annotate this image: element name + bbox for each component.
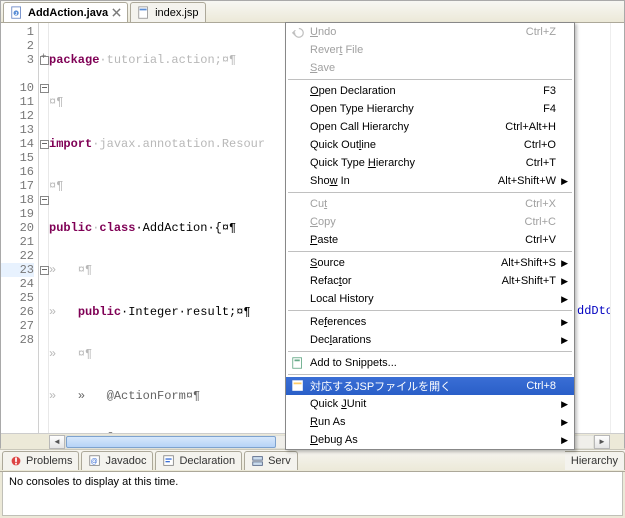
editor-tabs: J AddAction.java index.jsp [1,1,624,23]
menu-declarations[interactable]: Declarations▶ [286,331,574,349]
line-number-gutter[interactable]: 1 2 3 10 11 12 13 14 15 16 17 18 19 20 2… [1,23,39,433]
submenu-arrow-icon: ▶ [561,317,568,328]
scroll-left-button[interactable]: ◄ [49,435,65,449]
console-view-body: No consoles to display at this time. [2,472,623,516]
declaration-icon [162,454,176,468]
menu-open-corresponding-jsp[interactable]: 対応するJSPファイルを開くCtrl+8 [286,377,574,395]
menu-revert-file: Revert File [286,41,574,59]
bottom-views-panel: Problems @ Javadoc Declaration Serv Hier… [0,448,625,516]
console-empty-message: No consoles to display at this time. [9,476,178,488]
context-menu: UndoCtrl+Z Revert File Save Open Declara… [285,22,575,450]
menu-quick-type-hierarchy[interactable]: Quick Type HierarchyCtrl+T [286,154,574,172]
submenu-arrow-icon: ▶ [561,335,568,346]
submenu-arrow-icon: ▶ [561,276,568,287]
submenu-arrow-icon: ▶ [561,176,568,187]
folding-column[interactable] [39,23,49,433]
menu-cut: CutCtrl+X [286,195,574,213]
menu-open-declaration[interactable]: Open DeclarationF3 [286,82,574,100]
menu-show-in[interactable]: Show InAlt+Shift+W▶ [286,172,574,190]
fold-expand-icon[interactable] [39,53,48,67]
view-tab-hierarchy[interactable]: Hierarchy [565,451,625,470]
javadoc-icon: @ [88,454,102,468]
menu-save: Save [286,59,574,77]
submenu-arrow-icon: ▶ [561,417,568,428]
fold-collapse-icon[interactable] [39,137,48,151]
submenu-arrow-icon: ▶ [561,258,568,269]
menu-quick-outline[interactable]: Quick OutlineCtrl+O [286,136,574,154]
tab-index-jsp[interactable]: index.jsp [130,2,205,22]
java-file-icon: J [10,6,24,20]
servers-icon [251,454,265,468]
problems-icon [9,454,23,468]
fold-collapse-icon[interactable] [39,263,48,277]
menu-undo: UndoCtrl+Z [286,23,574,41]
jsp-open-icon [291,379,305,393]
tab-label: AddAction.java [28,7,108,19]
editor-area: J AddAction.java index.jsp 1 2 3 10 11 1… [0,0,625,448]
overview-ruler[interactable] [610,23,624,433]
fold-collapse-icon[interactable] [39,193,48,207]
menu-source[interactable]: SourceAlt+Shift+S▶ [286,254,574,272]
view-tab-servers[interactable]: Serv [244,451,298,470]
scroll-thumb[interactable] [66,436,276,448]
menu-quick-junit[interactable]: Quick JUnit▶ [286,395,574,413]
view-tab-problems[interactable]: Problems [2,451,79,470]
view-tab-declaration[interactable]: Declaration [155,451,242,470]
views-tabs: Problems @ Javadoc Declaration Serv Hier… [0,450,625,472]
undo-icon [291,25,305,39]
menu-add-to-snippets[interactable]: Add to Snippets... [286,354,574,372]
tab-add-action-java[interactable]: J AddAction.java [3,2,128,22]
menu-local-history[interactable]: Local History▶ [286,290,574,308]
menu-copy: CopyCtrl+C [286,213,574,231]
menu-refactor[interactable]: RefactorAlt+Shift+T▶ [286,272,574,290]
menu-references[interactable]: References▶ [286,313,574,331]
menu-debug-as[interactable]: Debug As▶ [286,431,574,449]
menu-paste[interactable]: PasteCtrl+V [286,231,574,249]
snippets-icon [291,356,305,370]
view-tab-javadoc[interactable]: @ Javadoc [81,451,153,470]
menu-open-type-hierarchy[interactable]: Open Type HierarchyF4 [286,100,574,118]
submenu-arrow-icon: ▶ [561,435,568,446]
svg-text:@: @ [91,459,98,466]
submenu-arrow-icon: ▶ [561,399,568,410]
fold-collapse-icon[interactable] [39,81,48,95]
scroll-right-button[interactable]: ► [594,435,610,449]
tab-label: index.jsp [155,7,198,19]
jsp-file-icon [137,6,151,20]
submenu-arrow-icon: ▶ [561,294,568,305]
menu-run-as[interactable]: Run As▶ [286,413,574,431]
menu-open-call-hierarchy[interactable]: Open Call HierarchyCtrl+Alt+H [286,118,574,136]
close-icon[interactable] [112,8,121,17]
